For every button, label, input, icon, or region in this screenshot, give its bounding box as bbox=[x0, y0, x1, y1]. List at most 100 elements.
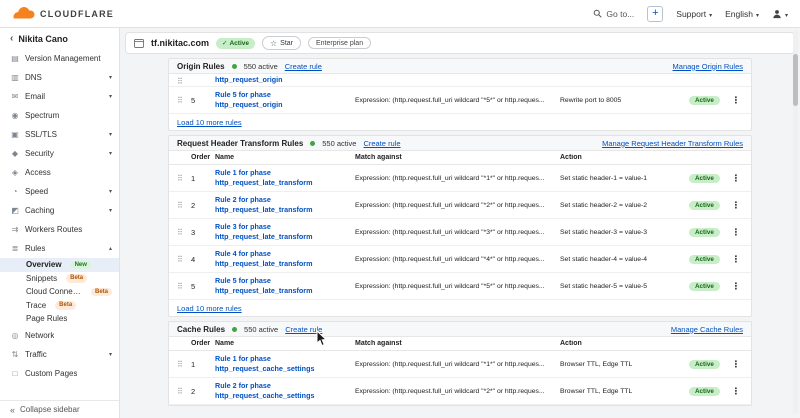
caching-icon: ◩ bbox=[10, 206, 20, 215]
sidebar-badge-new: New bbox=[71, 261, 91, 270]
sidebar-item-dns[interactable]: ▥DNS▾ bbox=[0, 68, 119, 87]
chevron-down-icon: ▾ bbox=[109, 188, 112, 195]
kebab-menu-icon[interactable] bbox=[729, 281, 743, 292]
logo-text: CLOUDFLARE bbox=[40, 9, 114, 19]
site-status-badge: Active bbox=[216, 38, 255, 49]
kebab-menu-icon[interactable] bbox=[729, 200, 743, 211]
search-icon bbox=[593, 9, 602, 18]
rule-name-link[interactable]: Rule 2 for phasehttp_request_late_transf… bbox=[215, 195, 355, 214]
kebab-menu-icon[interactable] bbox=[729, 359, 743, 370]
sidebar-item-rules[interactable]: ≣Rules▴ bbox=[0, 239, 119, 258]
kebab-menu-icon[interactable] bbox=[729, 173, 743, 184]
manage-rules-link[interactable]: Manage Request Header Transform Rules bbox=[602, 139, 743, 148]
kebab-menu-icon[interactable] bbox=[729, 95, 743, 106]
account-header[interactable]: Nikita Cano bbox=[0, 28, 119, 49]
drag-handle-icon[interactable] bbox=[177, 74, 191, 87]
sidebar-item-overview[interactable]: OverviewNew bbox=[0, 258, 119, 272]
drag-handle-icon[interactable] bbox=[177, 387, 191, 396]
drag-handle-icon[interactable] bbox=[177, 96, 191, 105]
section-header: Request Header Transform Rules 550 activ… bbox=[169, 136, 751, 151]
sidebar-item-label: Version Management bbox=[25, 54, 101, 63]
rules-sections: Origin Rules 550 active Create rule Mana… bbox=[168, 58, 752, 406]
security-icon: ◆ bbox=[10, 149, 20, 158]
table-body: 1 Rule 1 for phasehttp_request_cache_set… bbox=[169, 351, 751, 405]
sidebar-item-snippets[interactable]: SnippetsBeta bbox=[0, 272, 119, 286]
rule-action: Rewrite port to 8005 bbox=[560, 97, 689, 104]
add-site-button[interactable]: + bbox=[647, 6, 663, 22]
support-label: Support bbox=[676, 9, 706, 19]
custom-pages-icon: □ bbox=[10, 369, 20, 378]
rule-name-link[interactable]: Rule 1 for phasehttp_request_late_transf… bbox=[215, 168, 355, 187]
scrollbar[interactable] bbox=[793, 30, 798, 414]
sidebar-item-page-rules[interactable]: Page Rules bbox=[0, 312, 119, 326]
sidebar-item-caching[interactable]: ◩Caching▾ bbox=[0, 201, 119, 220]
kebab-menu-icon[interactable] bbox=[729, 227, 743, 238]
user-icon bbox=[772, 9, 782, 19]
load-more-link[interactable]: Load 10 more rules bbox=[177, 118, 242, 127]
kebab-menu-icon[interactable] bbox=[729, 386, 743, 397]
section-card-request-header-transform-rules: Request Header Transform Rules 550 activ… bbox=[168, 135, 752, 317]
ssl-tls-icon: ▣ bbox=[10, 130, 20, 139]
column-action: Action bbox=[560, 340, 689, 347]
manage-rules-link[interactable]: Manage Cache Rules bbox=[671, 325, 743, 334]
speed-icon: ◔ bbox=[10, 187, 20, 196]
account-menu[interactable] bbox=[772, 9, 788, 19]
rule-name-link[interactable]: http_request_origin bbox=[215, 75, 355, 85]
load-more-link[interactable]: Load 10 more rules bbox=[177, 304, 242, 313]
sidebar-item-access[interactable]: ◈Access bbox=[0, 163, 119, 182]
sidebar-item-email[interactable]: ✉Email▾ bbox=[0, 87, 119, 106]
language-menu[interactable]: English bbox=[725, 9, 759, 19]
table-row-partial: http_request_origin bbox=[169, 74, 751, 87]
drag-handle-icon[interactable] bbox=[177, 255, 191, 264]
status-badge: Active bbox=[689, 174, 720, 183]
collapse-sidebar-button[interactable]: Collapse sidebar bbox=[0, 400, 119, 418]
create-rule-link[interactable]: Create rule bbox=[285, 325, 322, 334]
star-button[interactable]: Star bbox=[262, 36, 301, 50]
sidebar-item-traffic[interactable]: ⇅Traffic▾ bbox=[0, 345, 119, 364]
sidebar-item-trace[interactable]: TraceBeta bbox=[0, 299, 119, 313]
sidebar-item-network[interactable]: ◎Network bbox=[0, 326, 119, 345]
workers-routes-icon: ⇉ bbox=[10, 225, 20, 234]
sidebar-item-label: Workers Routes bbox=[25, 225, 82, 234]
sidebar-item-cloud-connector[interactable]: Cloud ConnectorBeta bbox=[0, 285, 119, 299]
traffic-icon: ⇅ bbox=[10, 350, 20, 359]
rule-name-link[interactable]: Rule 2 for phasehttp_request_cache_setti… bbox=[215, 381, 355, 400]
drag-handle-icon[interactable] bbox=[177, 228, 191, 237]
drag-handle-icon[interactable] bbox=[177, 174, 191, 183]
sidebar-item-label: Network bbox=[25, 331, 54, 340]
sidebar-item-security[interactable]: ◆Security▾ bbox=[0, 144, 119, 163]
drag-handle-icon[interactable] bbox=[177, 282, 191, 291]
table-row: 2 Rule 2 for phasehttp_request_cache_set… bbox=[169, 378, 751, 405]
rule-name-link[interactable]: Rule 4 for phasehttp_request_late_transf… bbox=[215, 249, 355, 268]
sidebar-item-custom-pages[interactable]: □Custom Pages bbox=[0, 364, 119, 383]
chevron-down-icon bbox=[756, 9, 759, 19]
rule-name-link[interactable]: Rule 1 for phasehttp_request_cache_setti… bbox=[215, 354, 355, 373]
plus-icon: + bbox=[652, 8, 658, 19]
sidebar-item-speed[interactable]: ◔Speed▾ bbox=[0, 182, 119, 201]
load-more-row: Load 10 more rules bbox=[169, 114, 751, 130]
rule-name-link[interactable]: Rule 3 for phasehttp_request_late_transf… bbox=[215, 222, 355, 241]
goto-search[interactable]: Go to... bbox=[593, 9, 634, 19]
manage-rules-link[interactable]: Manage Origin Rules bbox=[673, 62, 743, 71]
table-row: 1 Rule 1 for phasehttp_request_late_tran… bbox=[169, 165, 751, 192]
spectrum-icon: ◉ bbox=[10, 111, 20, 120]
sidebar-item-version-management[interactable]: ▤Version Management bbox=[0, 49, 119, 68]
support-menu[interactable]: Support bbox=[676, 9, 712, 19]
sidebar-item-ssl-tls[interactable]: ▣SSL/TLS▾ bbox=[0, 125, 119, 144]
rule-match-expression: Expression: (http.request.full_uri wildc… bbox=[355, 388, 560, 395]
create-rule-link[interactable]: Create rule bbox=[363, 139, 400, 148]
rule-name-link[interactable]: Rule 5 for phasehttp_request_late_transf… bbox=[215, 276, 355, 295]
sidebar-item-label: Cloud Connector bbox=[26, 287, 82, 296]
kebab-menu-icon[interactable] bbox=[729, 254, 743, 265]
status-badge: Active bbox=[689, 255, 720, 264]
chevron-down-icon: ▾ bbox=[109, 74, 112, 81]
rule-action: Set static header-4 = value-4 bbox=[560, 256, 689, 263]
sidebar-item-spectrum[interactable]: ◉Spectrum bbox=[0, 106, 119, 125]
drag-handle-icon[interactable] bbox=[177, 360, 191, 369]
cloudflare-logo[interactable]: CLOUDFLARE bbox=[12, 7, 114, 20]
create-rule-link[interactable]: Create rule bbox=[285, 62, 322, 71]
rule-name-link[interactable]: Rule 5 for phasehttp_request_origin bbox=[215, 90, 355, 109]
sidebar-item-workers-routes[interactable]: ⇉ Workers Routes bbox=[0, 220, 119, 239]
scrollbar-thumb[interactable] bbox=[793, 54, 798, 106]
drag-handle-icon[interactable] bbox=[177, 201, 191, 210]
